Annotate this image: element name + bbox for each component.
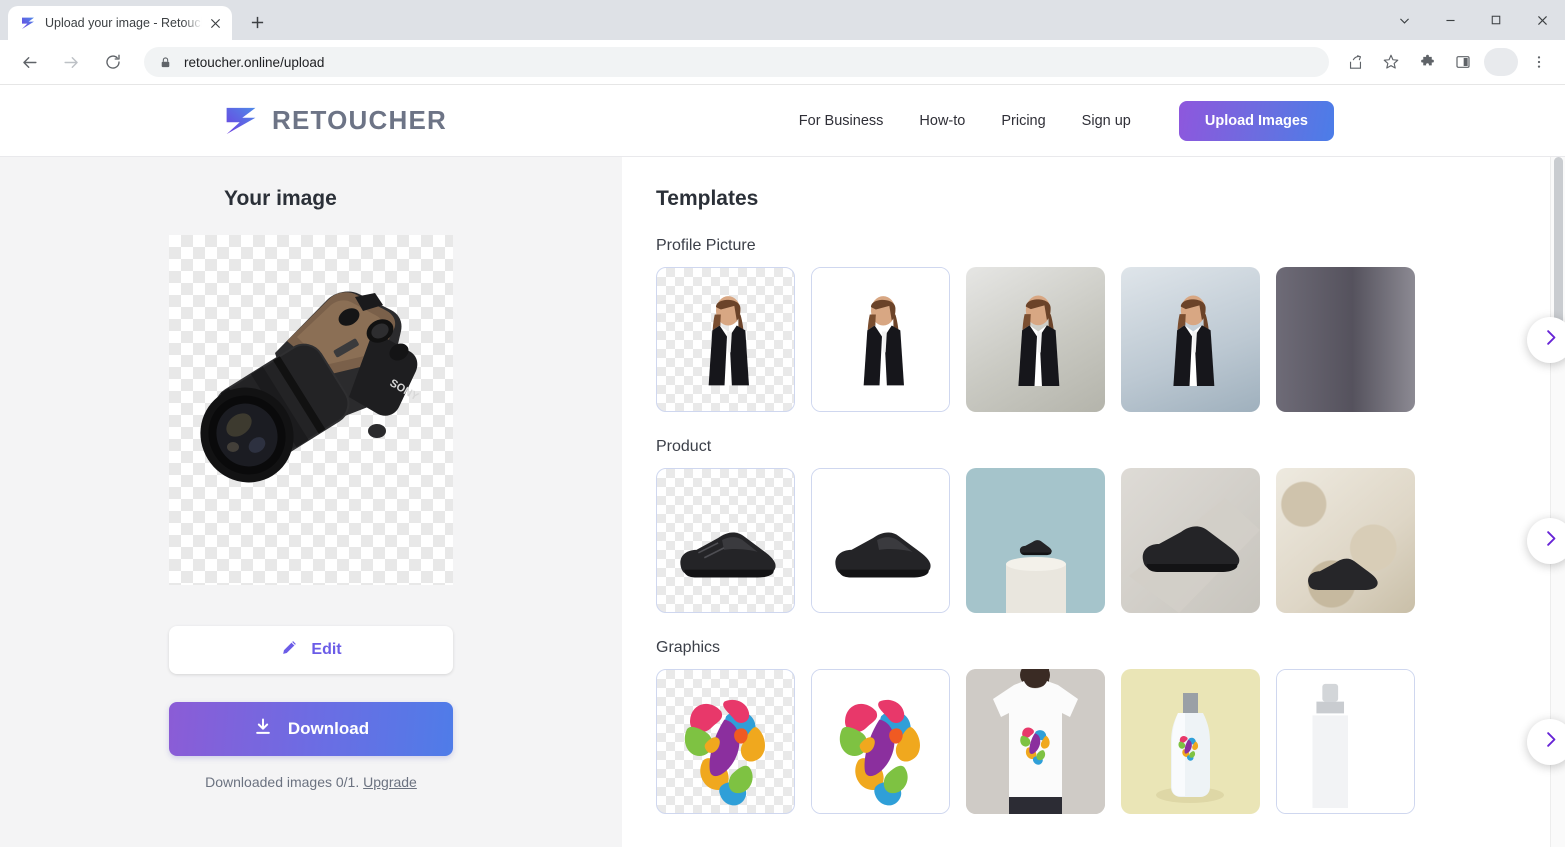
templates-title: Templates (656, 187, 759, 210)
plus-icon[interactable] (242, 7, 272, 37)
template-group-product: Product (656, 438, 1565, 613)
nav-item-how-to[interactable]: How-to (901, 113, 983, 129)
edit-button-label: Edit (311, 641, 342, 658)
your-image-panel: Your image SONY Edit Download Downloaded… (0, 157, 622, 847)
site-header: RETOUCHER For Business How-to Pricing Si… (0, 85, 1565, 157)
lock-icon (156, 56, 174, 69)
edit-button[interactable]: Edit (169, 626, 453, 674)
template-card-teal-podium-background[interactable] (966, 468, 1105, 613)
template-group-profile-picture: Profile Picture (656, 237, 1565, 412)
image-preview[interactable]: SONY (169, 235, 453, 585)
browser-window: Upload your image - Retoucher.O (0, 0, 1565, 847)
extensions-puzzle-icon[interactable] (1412, 47, 1442, 77)
maximize-icon[interactable] (1473, 0, 1519, 40)
main-nav: For Business How-to Pricing Sign up Uplo… (781, 100, 1334, 141)
templates-panel: Templates Profile Picture Product Graphi… (622, 157, 1565, 847)
scrollbar-thumb[interactable] (1554, 157, 1563, 327)
panel-title: Your image (224, 187, 337, 210)
nav-item-pricing[interactable]: Pricing (983, 113, 1063, 129)
share-icon[interactable] (1340, 47, 1370, 77)
group-label: Graphics (656, 639, 721, 656)
template-card-warm-gray-gradient-background[interactable] (966, 267, 1105, 412)
window-controls (1381, 0, 1565, 40)
download-icon (253, 717, 273, 742)
browser-tab[interactable]: Upload your image - Retoucher.O (8, 6, 232, 40)
template-card-dark-gray-background[interactable] (1276, 267, 1415, 412)
template-card-blue-gray-gradient-background[interactable] (1121, 267, 1260, 412)
template-card-white-background[interactable] (811, 468, 950, 613)
minimize-icon[interactable] (1427, 0, 1473, 40)
template-card-gray-platform-background[interactable] (1121, 468, 1260, 613)
download-button[interactable]: Download (169, 702, 453, 756)
group-label: Product (656, 438, 712, 455)
template-row (656, 267, 1565, 412)
profile-avatar[interactable] (1484, 48, 1518, 76)
address-bar-url: retoucher.online/upload (184, 54, 325, 70)
template-card-white-background[interactable] (811, 267, 950, 412)
tab-strip: Upload your image - Retoucher.O (0, 0, 1565, 40)
tab-title: Upload your image - Retoucher.O (45, 16, 202, 30)
download-button-label: Download (287, 719, 370, 738)
side-panel-icon[interactable] (1448, 47, 1478, 77)
chevron-right-icon (1541, 328, 1560, 352)
pencil-icon (280, 638, 299, 662)
template-row (656, 669, 1565, 814)
retoucher-logo-icon (224, 105, 258, 137)
next-arrow-product[interactable] (1527, 517, 1565, 564)
chrome-menu-icon[interactable] (1524, 47, 1554, 77)
download-counter: Downloaded images 0/1. Upgrade (0, 774, 622, 790)
close-icon[interactable] (206, 14, 224, 32)
chevron-right-icon (1541, 730, 1560, 754)
template-row (656, 468, 1565, 613)
page-content: RETOUCHER For Business How-to Pricing Si… (0, 85, 1565, 847)
back-arrow-icon[interactable] (13, 46, 45, 78)
upgrade-link[interactable]: Upgrade (363, 774, 417, 790)
chevron-right-icon (1541, 529, 1560, 553)
retoucher-logo-icon (20, 15, 36, 31)
next-arrow-profile-picture[interactable] (1527, 316, 1565, 363)
next-arrow-graphics[interactable] (1527, 718, 1565, 765)
template-card-white-background[interactable] (811, 669, 950, 814)
reload-icon[interactable] (97, 46, 129, 78)
nav-item-sign-up[interactable]: Sign up (1064, 113, 1149, 129)
nav-item-for-business[interactable]: For Business (781, 113, 902, 129)
group-label: Profile Picture (656, 237, 756, 254)
forward-arrow-icon[interactable] (55, 46, 87, 78)
template-card-marble-texture-background[interactable] (1276, 468, 1415, 613)
address-bar[interactable]: retoucher.online/upload (144, 47, 1329, 77)
template-card-transparent-background[interactable] (656, 669, 795, 814)
upload-images-button[interactable]: Upload Images (1178, 100, 1334, 141)
download-counter-text: Downloaded images 0/1. (205, 774, 360, 790)
template-card-bottle-mockup[interactable] (1121, 669, 1260, 814)
chevron-down-icon[interactable] (1381, 0, 1427, 40)
template-card-transparent-background[interactable] (656, 267, 795, 412)
sony-camera-cutout: SONY (200, 291, 421, 483)
template-card-transparent-background[interactable] (656, 468, 795, 613)
template-card-spray-bottle-mockup[interactable] (1276, 669, 1415, 814)
bookmark-star-icon[interactable] (1376, 47, 1406, 77)
site-logo[interactable]: RETOUCHER (224, 105, 447, 137)
close-icon[interactable] (1519, 0, 1565, 40)
body-area: Your image SONY Edit Download Downloaded… (0, 157, 1565, 847)
browser-toolbar: retoucher.online/upload (0, 40, 1565, 85)
template-group-graphics: Graphics (656, 639, 1565, 814)
template-card-tshirt-mockup[interactable] (966, 669, 1105, 814)
site-logo-text: RETOUCHER (272, 105, 448, 135)
